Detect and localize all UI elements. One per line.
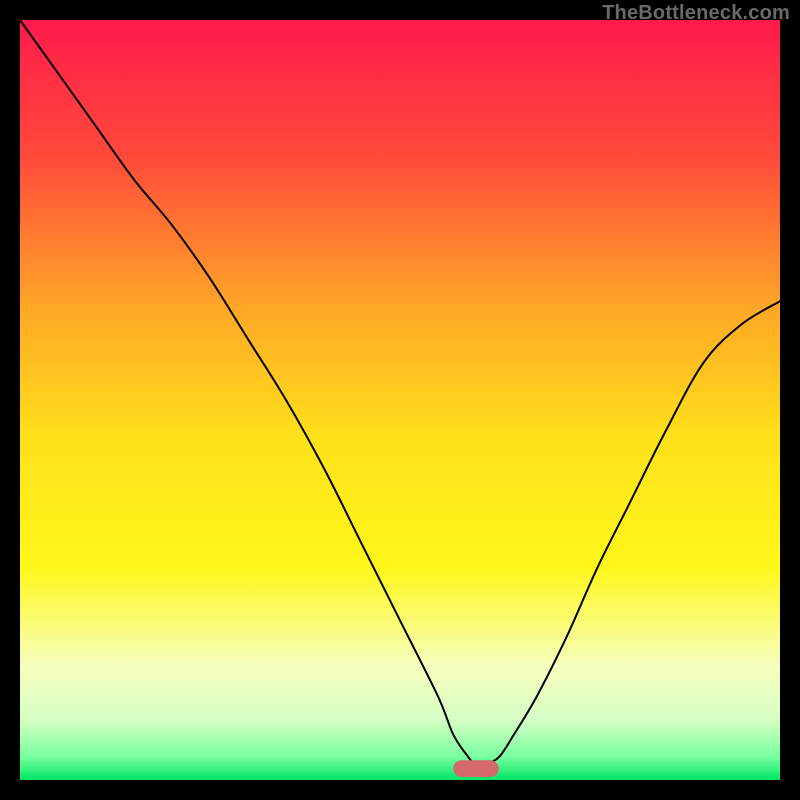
- attribution-text: TheBottleneck.com: [602, 2, 790, 25]
- bottleneck-chart: [20, 20, 780, 780]
- chart-background: [20, 20, 780, 780]
- optimal-range-marker: [453, 760, 499, 777]
- chart-stage: TheBottleneck.com: [0, 0, 800, 800]
